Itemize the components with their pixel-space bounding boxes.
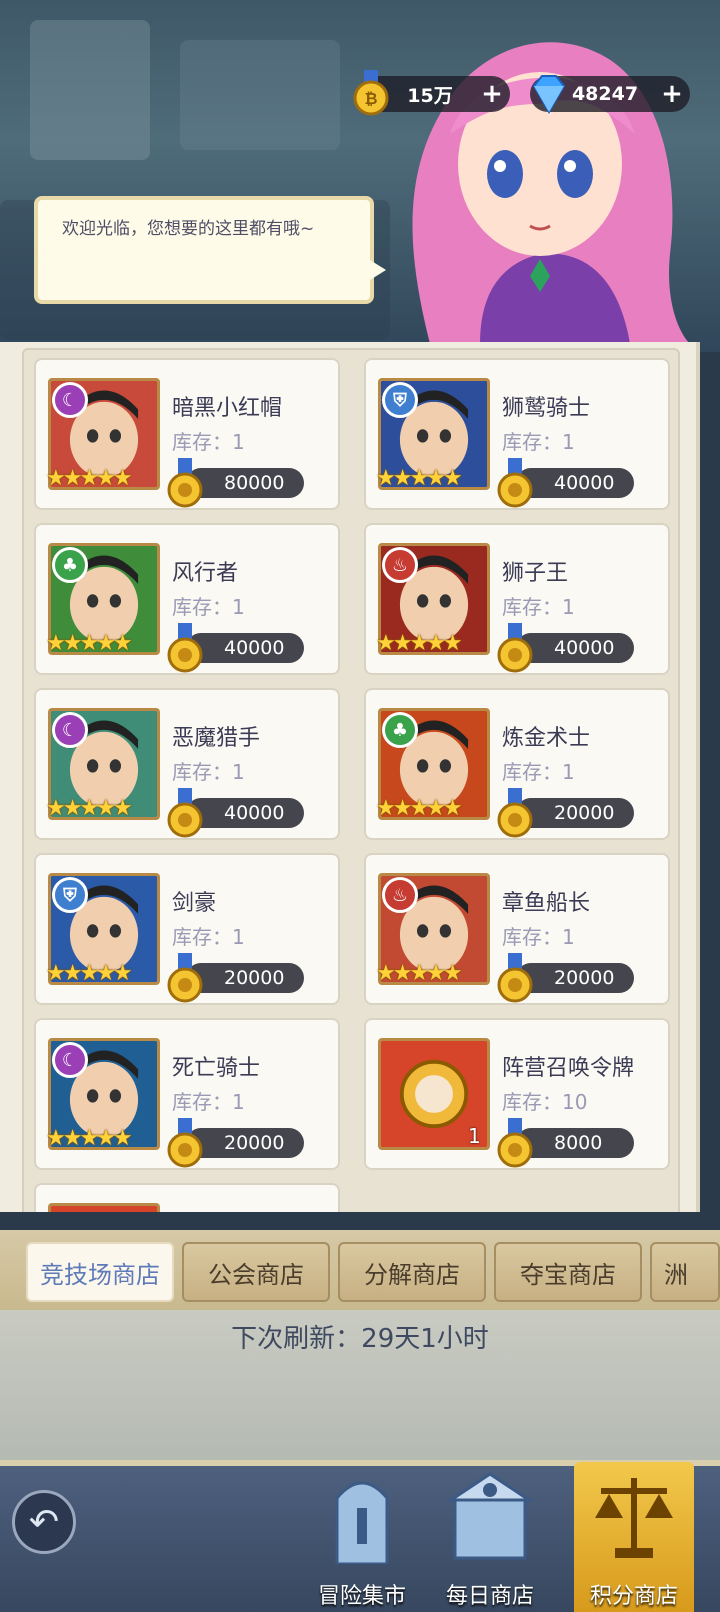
refresh-timer: 下次刷新：29天1小时 — [231, 1324, 489, 1354]
shop-item-card[interactable]: 1 阵营召唤令牌 库存：10 8000 — [364, 1018, 670, 1170]
shop-item-card[interactable]: ♣ ★★★★★ 风行者 库存：1 40000 — [34, 523, 340, 675]
item-stock: 库存：1 — [172, 1090, 245, 1114]
item-stock: 库存：1 — [502, 760, 575, 784]
gold-medal-icon — [167, 458, 203, 508]
scale-icon — [595, 1478, 673, 1558]
helm-faction-icon: ⛨ — [52, 877, 88, 913]
tree-faction-icon: ♣ — [52, 547, 88, 583]
fire-faction-icon: ♨ — [382, 547, 418, 583]
nav-daily-shop[interactable]: 每日商店 — [430, 1462, 550, 1612]
item-name: 剑豪 — [172, 891, 217, 916]
moon-faction-icon: ☾ — [52, 1042, 88, 1078]
item-stock: 库存：1 — [502, 595, 575, 619]
shopkeeper-character — [412, 42, 690, 344]
shop-icon — [446, 1472, 534, 1560]
add-gold-button[interactable]: + — [474, 76, 510, 112]
item-stock: 库存：1 — [502, 430, 575, 454]
gold-medal-icon — [497, 623, 533, 673]
item-name: 狮鹫骑士 — [502, 396, 591, 421]
shop-scene: ₿ 15万 + 48247 + 欢迎光临，您想要的这里都有哦~ — [0, 0, 720, 352]
shop-item-card[interactable]: ☾ ★★★★★ 死亡骑士 库存：1 20000 — [34, 1018, 340, 1170]
gold-medal-icon — [497, 1118, 533, 1168]
shop-item-card[interactable]: ⛨ ★★★★★ 狮鹫骑士 库存：1 40000 — [364, 358, 670, 510]
item-stock: 库存：1 — [172, 595, 245, 619]
nav-points-shop[interactable]: 积分商店 — [574, 1462, 694, 1612]
item-name: 风行者 — [172, 561, 239, 586]
tab-arena-shop[interactable]: 竞技场商店 — [26, 1242, 174, 1302]
nav-daily-shop-label: 每日商店 — [445, 1584, 534, 1609]
add-diamond-button[interactable]: + — [654, 76, 690, 112]
item-stock: 库存：1 — [172, 430, 245, 454]
item-name: 狮子王 — [502, 561, 569, 586]
item-name: 恶魔猎手 — [172, 726, 261, 751]
gold-medal-icon — [497, 953, 533, 1003]
shop-item-card[interactable]: ⛨ ★★★★★ 剑豪 库存：1 20000 — [34, 853, 340, 1005]
star-rating: ★★★★★ — [376, 961, 463, 986]
star-rating: ★★★★★ — [46, 631, 133, 656]
nav-adventure-market[interactable]: 冒险集市 — [302, 1462, 422, 1612]
star-rating: ★★★★★ — [46, 961, 133, 986]
gold-medal-icon — [167, 788, 203, 838]
shop-tabs: 竞技场商店 公会商店 分解商店 夺宝商店 洲 — [0, 1230, 720, 1310]
diamond-icon — [532, 75, 566, 115]
gold-medal-icon — [167, 1118, 203, 1168]
gold-currency: ₿ 15万 + — [353, 70, 510, 116]
gold-medal-icon — [167, 953, 203, 1003]
item-name: 暗黑小红帽 — [172, 396, 283, 421]
item-name: 炼金术士 — [502, 726, 591, 751]
tab-decompose-shop[interactable]: 分解商店 — [338, 1242, 486, 1302]
back-button[interactable]: ↶ — [12, 1490, 76, 1554]
shop-item-card[interactable]: ☾ ★★★★★ 恶魔猎手 库存：1 40000 — [34, 688, 340, 840]
tab-more-shop[interactable]: 洲 — [650, 1242, 720, 1302]
shop-item-card[interactable]: ♨ ★★★★★ 章鱼船长 库存：1 20000 — [364, 853, 670, 1005]
helm-faction-icon: ⛨ — [382, 382, 418, 418]
item-name: 阵营召唤令牌 — [502, 1056, 635, 1081]
item-stock: 库存：10 — [502, 1090, 588, 1114]
shop-item-card[interactable]: ♣ ★★★★★ 炼金术士 库存：1 20000 — [364, 688, 670, 840]
tree-faction-icon: ♣ — [382, 712, 418, 748]
shop-item-card[interactable] — [34, 1183, 340, 1212]
item-name: 章鱼船长 — [502, 891, 591, 916]
tower-icon — [335, 1481, 389, 1566]
item-quantity: 1 — [468, 1124, 481, 1148]
fire-faction-icon: ♨ — [382, 877, 418, 913]
item-stock: 库存：1 — [172, 760, 245, 784]
back-arrow-icon: ↶ — [28, 1501, 60, 1543]
item-name: 死亡骑士 — [172, 1056, 261, 1081]
shop-item-card[interactable]: ♨ ★★★★★ 狮子王 库存：1 40000 — [364, 523, 670, 675]
gold-medal-icon — [497, 458, 533, 508]
nav-adventure-market-label: 冒险集市 — [317, 1584, 406, 1609]
nav-points-shop-label: 积分商店 — [589, 1584, 678, 1609]
tab-guild-shop[interactable]: 公会商店 — [182, 1242, 330, 1302]
shop-item-card[interactable]: ☾ ★★★★★ 暗黑小红帽 库存：1 80000 — [34, 358, 340, 510]
npc-speech-bubble: 欢迎光临，您想要的这里都有哦~ — [34, 196, 386, 304]
item-stock: 库存：1 — [172, 925, 245, 949]
gold-medal-icon: ₿ — [353, 70, 389, 116]
svg-text:₿: ₿ — [364, 89, 377, 108]
item-grid: ☾ ★★★★★ 暗黑小红帽 库存：1 80000 ⛨ ★★★★★ 狮鹫骑士 库存：1 40000 ♣… — [22, 348, 680, 1212]
hero-portrait — [48, 1203, 160, 1212]
gold-medal-icon — [497, 788, 533, 838]
tab-treasure-shop[interactable]: 夺宝商店 — [494, 1242, 642, 1302]
item-stock: 库存：1 — [502, 925, 575, 949]
star-rating: ★★★★★ — [376, 631, 463, 656]
item-list-panel: ☾ ★★★★★ 暗黑小红帽 库存：1 80000 ⛨ ★★★★★ 狮鹫骑士 库存：1 40000 ♣… — [0, 342, 700, 1212]
diamond-currency: 48247 + — [530, 75, 690, 115]
star-rating: ★★★★★ — [46, 796, 133, 821]
star-rating: ★★★★★ — [376, 466, 463, 491]
star-rating: ★★★★★ — [46, 466, 133, 491]
star-rating: ★★★★★ — [376, 796, 463, 821]
gold-medal-icon — [167, 623, 203, 673]
moon-faction-icon: ☾ — [52, 712, 88, 748]
moon-faction-icon: ☾ — [52, 382, 88, 418]
star-rating: ★★★★★ — [46, 1126, 133, 1151]
npc-greeting-text: 欢迎光临，您想要的这里都有哦~ — [62, 219, 315, 239]
